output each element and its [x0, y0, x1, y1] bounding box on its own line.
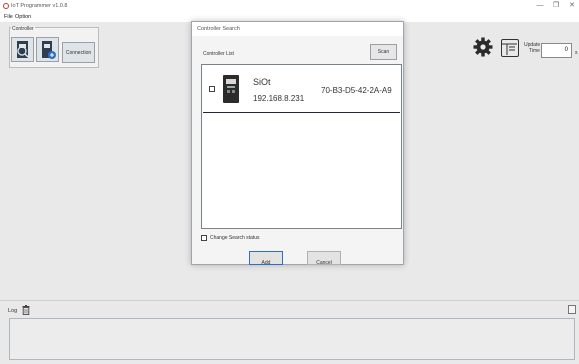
- dialog-title-bar: Controller Search: [192, 22, 403, 36]
- menu-file[interactable]: File: [4, 14, 13, 20]
- device-checkbox[interactable]: [209, 86, 215, 92]
- update-time-label: Update Time: [524, 42, 540, 54]
- device-mac: 70-B3-D5-42-2A-A9: [321, 86, 392, 95]
- window-title: IoT Programmer v1.0.8: [11, 3, 68, 9]
- list-item[interactable]: SiOt 192.168.8.231 70-B3-D5-42-2A-A9: [203, 66, 400, 113]
- minimize-button[interactable]: —: [534, 1, 546, 11]
- gear-icon[interactable]: [473, 37, 493, 57]
- connection-button[interactable]: Connection: [62, 42, 95, 63]
- add-controller-icon: [42, 41, 56, 59]
- controller-search-dialog: Controller Search Controller List Scan S…: [191, 21, 404, 265]
- maximize-button[interactable]: ❐: [550, 1, 562, 11]
- trash-icon[interactable]: [22, 305, 30, 315]
- scan-button[interactable]: Scan: [370, 44, 397, 60]
- menu-option[interactable]: Option: [15, 14, 31, 20]
- search-controller-button[interactable]: [11, 37, 34, 62]
- update-time-unit: s: [575, 50, 578, 56]
- add-button[interactable]: Add: [249, 251, 283, 265]
- controller-device-icon: [226, 79, 236, 93]
- device-image: [223, 75, 239, 103]
- device-name: SiOt: [253, 77, 271, 87]
- controller-group-label: Controller: [11, 26, 35, 32]
- table-view-icon[interactable]: [501, 39, 519, 57]
- search-controller-icon: [17, 41, 29, 58]
- log-label: Log: [8, 308, 18, 314]
- controller-list-label: Controller List: [203, 51, 234, 57]
- controller-list: SiOt 192.168.8.231 70-B3-D5-42-2A-A9: [201, 64, 402, 229]
- log-clear-icon[interactable]: [568, 305, 576, 314]
- change-search-status-label: Change Search status: [210, 235, 260, 241]
- add-controller-button[interactable]: [36, 37, 59, 62]
- title-bar: IoT Programmer v1.0.8 — ❐ ✕: [0, 0, 579, 13]
- device-ip: 192.168.8.231: [253, 94, 305, 103]
- log-divider: [0, 300, 579, 301]
- update-time-input[interactable]: 0: [541, 43, 572, 58]
- change-search-status-checkbox[interactable]: [201, 235, 207, 241]
- app-icon: [3, 3, 9, 9]
- cancel-button[interactable]: Cancel: [307, 251, 341, 265]
- table-lines-icon: [502, 43, 517, 55]
- log-panel: [9, 318, 575, 360]
- update-label-line2: Time: [529, 48, 540, 54]
- dialog-title: Controller Search: [197, 26, 240, 32]
- close-button[interactable]: ✕: [566, 1, 578, 11]
